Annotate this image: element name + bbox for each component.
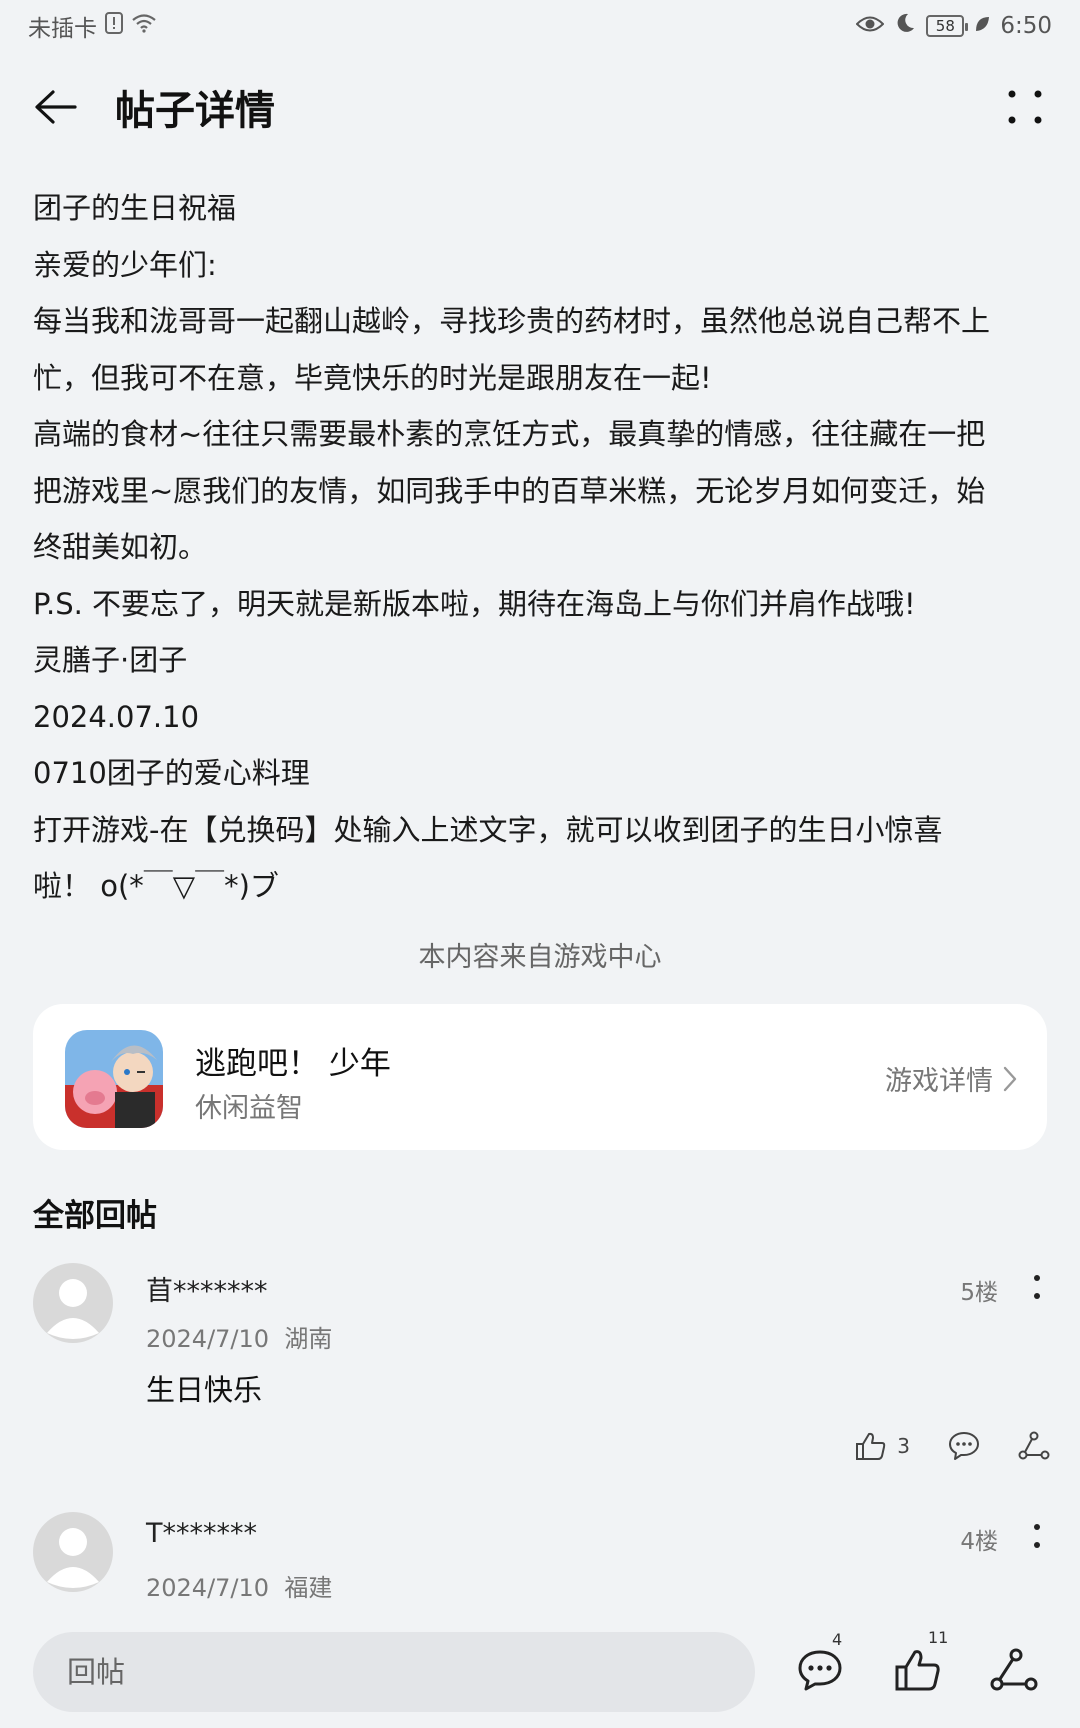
avatar[interactable] — [33, 1512, 113, 1592]
reply-like-count: 3 — [897, 1434, 910, 1458]
game-genre: 休闲益智 — [195, 1093, 303, 1124]
post-line: 啦！ o(*￣▽￣*)ブ — [33, 869, 279, 903]
battery-level: 58 — [935, 17, 955, 35]
thumbs-up-icon — [856, 1432, 886, 1460]
clock-time: 6:50 — [1000, 13, 1052, 39]
game-name: 逃跑吧！ 少年 — [195, 1046, 391, 1082]
comment-icon — [798, 1650, 842, 1691]
thumbs-up-icon — [895, 1650, 940, 1691]
reply-comment-button[interactable] — [948, 1431, 980, 1461]
sim-alert-icon — [105, 12, 123, 40]
avatar[interactable] — [33, 1263, 113, 1343]
game-card[interactable]: 逃跑吧！ 少年 休闲益智 游戏详情 — [33, 1004, 1047, 1150]
post-line: 把游戏里~愿我们的友情，如同我手中的百草米糕，无论岁月如何变迁，始 — [33, 473, 986, 508]
reply-more-button[interactable] — [1022, 1267, 1052, 1307]
reply-location: 福建 — [284, 1574, 333, 1602]
source-note: 本内容来自游戏中心 — [418, 942, 662, 973]
reply-date: 2024/7/10 — [146, 1325, 270, 1353]
post-line: 亲爱的少年们: — [33, 247, 217, 282]
eye-icon — [855, 13, 885, 39]
app-bar: 帖子详情 — [0, 60, 1080, 152]
comments-button[interactable]: 4 — [788, 1630, 852, 1702]
reply-floor: 5楼 — [960, 1280, 998, 1306]
more-grid-icon — [1008, 90, 1042, 124]
comment-icon — [949, 1432, 979, 1460]
post-line: 0710团子的爱心料理 — [33, 756, 310, 790]
post-body: 团子的生日祝福 亲爱的少年们: 每当我和泷哥哥一起翻山越岭，寻找珍贵的药材时，虽… — [33, 180, 1053, 915]
chevron-right-icon — [1003, 1066, 1017, 1091]
status-left: 未插卡 — [28, 9, 157, 43]
post-line: P.S. 不要忘了，明天就是新版本啦，期待在海岛上与你们并肩作战哦! — [33, 586, 916, 621]
reply-floor: 4楼 — [960, 1529, 998, 1555]
battery-indicator: 58 — [926, 15, 969, 37]
reply-meta: 2024/7/10 福建 — [146, 1568, 332, 1603]
reply-username[interactable]: 苜******* — [146, 1269, 268, 1308]
game-detail-label: 游戏详情 — [885, 1066, 993, 1097]
reply-text: 生日快乐 — [146, 1373, 263, 1407]
post-line: 忙，但我可不在意，毕竟快乐的时光是跟朋友在一起! — [33, 360, 712, 395]
replies-title: 全部回帖 — [33, 1198, 157, 1234]
comment-count-badge: 4 — [832, 1630, 843, 1649]
moon-icon — [894, 12, 916, 40]
share-button[interactable] — [982, 1638, 1046, 1702]
reply-input[interactable]: 回帖 — [33, 1632, 755, 1712]
default-avatar-icon — [47, 1528, 99, 1588]
game-icon — [65, 1030, 163, 1128]
reply-location: 湖南 — [284, 1325, 333, 1353]
bottom-bar: 回帖 4 11 — [0, 1610, 1080, 1728]
post-line: 灵膳子·团子 — [33, 643, 188, 677]
reply-actions: 3 — [855, 1431, 1050, 1461]
status-right: 58 6:50 — [855, 12, 1052, 40]
share-icon — [1018, 1431, 1050, 1460]
wifi-icon — [131, 13, 157, 39]
reply-date: 2024/7/10 — [146, 1574, 270, 1602]
post-line: 终甜美如初。 — [33, 530, 208, 564]
more-options-button[interactable] — [1000, 82, 1050, 132]
post-line: 每当我和泷哥哥一起翻山越岭，寻找珍贵的药材时，虽然他总说自己帮不上 — [33, 304, 991, 338]
reply-more-button[interactable] — [1022, 1516, 1052, 1556]
arrow-left-icon — [35, 90, 77, 124]
carrier-text: 未插卡 — [28, 16, 97, 42]
more-vertical-icon — [1034, 1275, 1040, 1299]
reply-meta: 2024/7/10 湖南 — [146, 1319, 332, 1354]
post-line: 高端的食材~往往只需要最朴素的烹饪方式，最真挚的情感，往往藏在一把 — [33, 417, 986, 451]
post-line: 团子的生日祝福 — [33, 191, 237, 225]
page-title: 帖子详情 — [115, 88, 275, 134]
status-bar: 未插卡 58 6:50 — [0, 0, 1080, 52]
leaf-icon — [974, 13, 990, 39]
post-line: 2024.07.10 — [33, 699, 200, 734]
post-line: 打开游戏-在【兑换码】处输入上述文字，就可以收到团子的生日小惊喜 — [33, 812, 943, 847]
reply-item: T******* 2024/7/10 福建 4楼 — [0, 1512, 1080, 1612]
back-button[interactable] — [30, 82, 80, 132]
reply-username[interactable]: T******* — [146, 1518, 257, 1549]
reply-share-button[interactable] — [1018, 1431, 1050, 1461]
share-icon — [990, 1648, 1038, 1691]
default-avatar-icon — [47, 1279, 99, 1339]
like-button[interactable]: 11 — [886, 1628, 950, 1702]
like-count-badge: 11 — [928, 1628, 949, 1647]
more-vertical-icon — [1034, 1524, 1040, 1548]
reply-like-button[interactable]: 3 — [855, 1431, 910, 1461]
reply-item: 苜******* 2024/7/10 湖南 5楼 生日快乐 3 — [0, 1263, 1080, 1463]
game-detail-link[interactable]: 游戏详情 — [885, 1059, 1017, 1098]
